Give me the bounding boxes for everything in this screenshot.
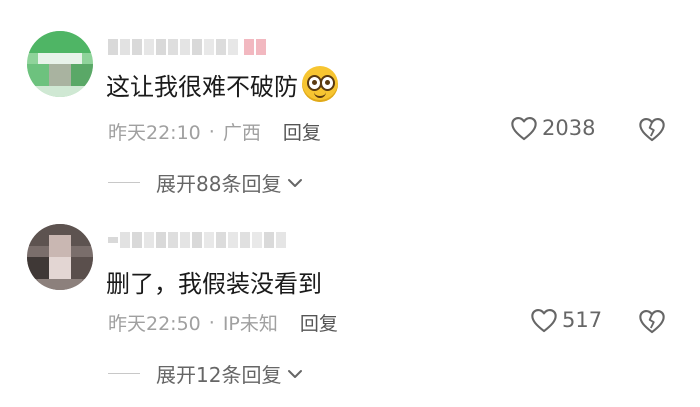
comment-time: 昨天22:50	[108, 313, 201, 335]
comment-location: 广西	[222, 122, 261, 144]
comment-time: 昨天22:10	[108, 122, 201, 144]
dislike-button[interactable]	[638, 116, 666, 146]
comment-text: 删了，我假装没看到	[106, 270, 322, 298]
divider-line	[108, 373, 140, 374]
like-count: 2038	[542, 116, 596, 140]
like-button[interactable]: 517	[530, 307, 602, 333]
expand-replies-button[interactable]: 展开12条回复	[108, 359, 303, 388]
reply-button[interactable]: 回复	[300, 309, 338, 336]
like-count: 517	[562, 308, 603, 332]
meta-separator: ·	[208, 311, 215, 334]
username-blurred[interactable]	[108, 229, 286, 251]
chevron-down-icon	[288, 178, 303, 187]
like-button[interactable]: 2038	[510, 115, 595, 141]
expand-replies-label: 展开88条回复	[156, 172, 282, 196]
comment-text: 这让我很难不破防	[106, 66, 338, 102]
avatar[interactable]	[27, 224, 93, 290]
divider-line	[108, 182, 140, 183]
expand-replies-button[interactable]: 展开88条回复	[108, 168, 303, 197]
avatar[interactable]	[27, 31, 93, 97]
comment-meta: 昨天22:10 · 广西 回复	[108, 118, 321, 145]
broken-heart-icon	[639, 310, 665, 334]
broken-heart-icon	[639, 118, 665, 142]
meta-separator: ·	[208, 120, 215, 143]
dislike-button[interactable]	[638, 308, 666, 338]
astonished-face-icon	[302, 66, 338, 102]
comment-meta: 昨天22:50 · IP未知 回复	[108, 309, 338, 336]
chevron-down-icon	[288, 369, 303, 378]
heart-icon	[531, 309, 557, 333]
heart-icon	[511, 117, 537, 141]
expand-replies-label: 展开12条回复	[156, 363, 282, 387]
username-blurred[interactable]	[108, 36, 266, 58]
reply-button[interactable]: 回复	[283, 118, 321, 145]
comment-location: IP未知	[222, 313, 278, 335]
